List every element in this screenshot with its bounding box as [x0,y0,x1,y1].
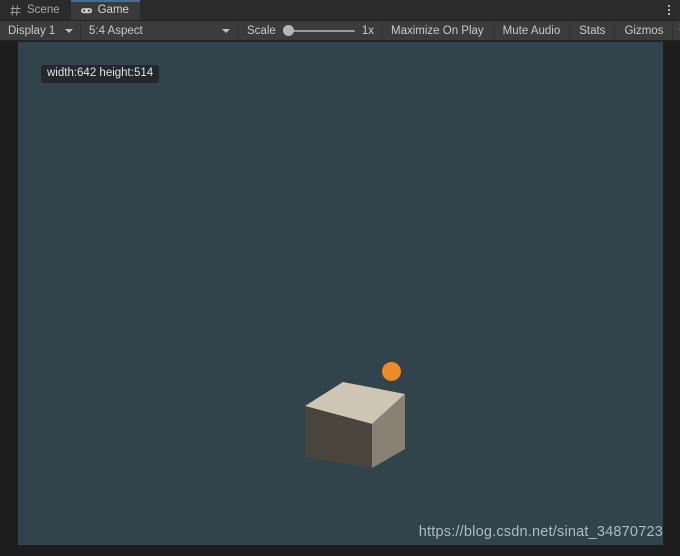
tab-scene[interactable]: Scene [0,0,71,20]
game-viewport[interactable]: width:642 height:514 https://blog.csdn.n… [18,42,663,545]
cube-object [283,358,405,468]
mute-audio-button[interactable]: Mute Audio [494,21,570,40]
maximize-on-play-label: Maximize On Play [391,24,484,37]
tab-scene-label: Scene [27,4,60,16]
tab-game[interactable]: Game [70,0,141,20]
chevron-down-icon [65,28,73,33]
display-dropdown[interactable]: Display 1 [0,21,80,40]
grid-icon [9,4,22,17]
watermark-text: https://blog.csdn.net/sinat_34870723 [418,524,663,540]
gizmos-dropdown-button[interactable] [673,21,680,40]
aspect-dropdown-label: 5:4 Aspect [89,24,143,37]
scale-slider-thumb[interactable] [282,25,294,36]
resolution-label: width:642 height:514 [41,65,160,83]
gamepad-icon [80,4,93,17]
mute-audio-label: Mute Audio [502,24,561,37]
display-dropdown-label: Display 1 [8,24,56,37]
scale-value: 1x [361,24,374,37]
window-tab-bar: Scene Game [0,0,680,20]
scale-label: Scale [247,24,276,37]
chevron-down-icon [222,28,230,33]
tab-bar-spacer [139,0,658,20]
gizmos-button[interactable]: Gizmos [615,21,672,40]
tab-game-label: Game [97,4,129,16]
stats-button[interactable]: Stats [570,21,614,40]
game-view-toolbar: Display 1 5:4 Aspect Scale 1x Maximize O… [0,20,680,41]
aspect-dropdown[interactable]: 5:4 Aspect [81,21,237,40]
gizmos-label: Gizmos [624,24,664,37]
maximize-on-play-button[interactable]: Maximize On Play [382,21,493,40]
scale-slider[interactable] [282,25,355,37]
stats-label: Stats [579,24,606,37]
scale-control[interactable]: Scale 1x [238,21,381,40]
unity-game-window: Scene Game Display 1 5:4 Aspect Scale 1x… [0,0,680,556]
kebab-menu-icon[interactable] [658,0,680,20]
